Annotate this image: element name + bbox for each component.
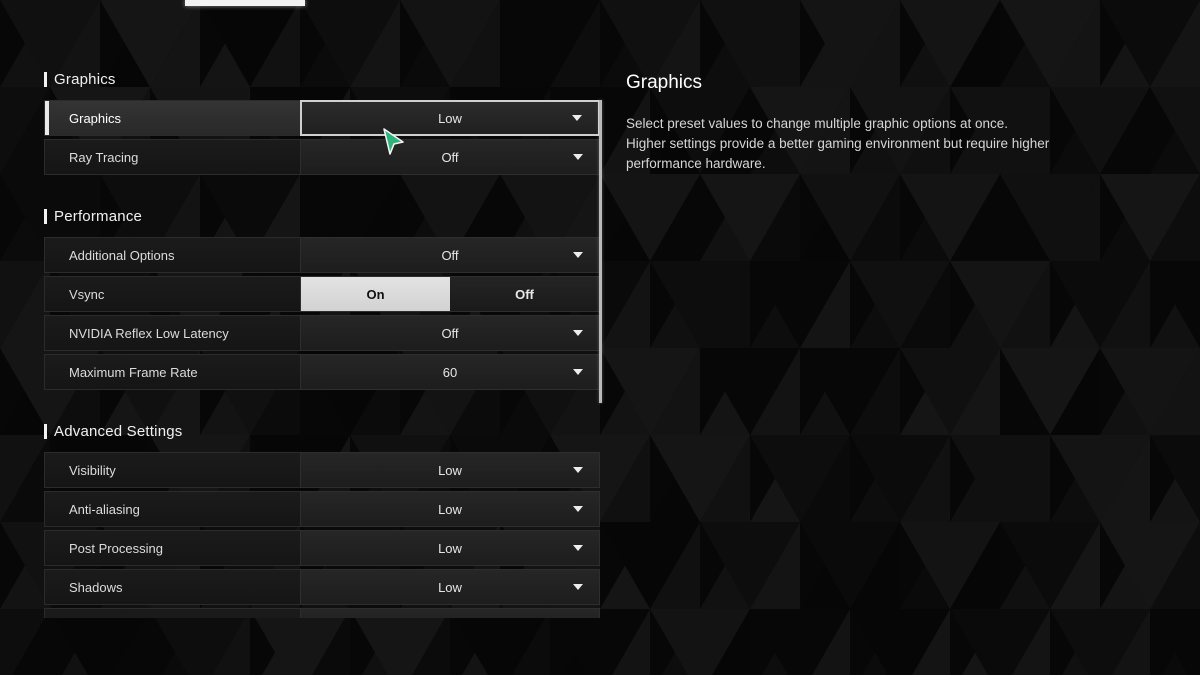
settings-screen: Graphics Graphics Low Ray Tracing Off Perform…: [0, 0, 1200, 675]
section-accent-bar: [44, 71, 47, 87]
setting-row[interactable]: Maximum Frame Rate 60: [44, 354, 600, 390]
section-header-graphics: Graphics: [44, 66, 600, 92]
setting-label: Visibility: [44, 452, 300, 488]
dropdown-value: Low: [438, 579, 462, 595]
setting-label: Ray Tracing: [44, 139, 300, 175]
section-title: Graphics: [54, 70, 116, 88]
setting-label: Graphics: [44, 100, 300, 136]
setting-dropdown[interactable]: Off: [300, 237, 600, 273]
setting-label: NVIDIA Reflex Low Latency: [44, 315, 300, 351]
setting-dropdown[interactable]: Low: [300, 452, 600, 488]
setting-dropdown[interactable]: Low: [300, 569, 600, 605]
setting-dropdown[interactable]: [300, 608, 600, 618]
section-rows-graphics: Graphics Low Ray Tracing Off: [44, 100, 600, 175]
setting-label: Additional Options: [44, 237, 300, 273]
setting-row[interactable]: Ray Tracing Off: [44, 139, 600, 175]
segment-option[interactable]: On: [301, 277, 450, 311]
section-title: Performance: [54, 207, 143, 225]
setting-dropdown[interactable]: Off: [300, 315, 600, 351]
dropdown-value: 60: [442, 364, 458, 380]
chevron-down-icon: [573, 369, 583, 375]
description-title: Graphics: [626, 72, 703, 93]
dropdown-value: Low: [438, 462, 462, 478]
dropdown-value: Off: [441, 149, 459, 165]
setting-row[interactable]: Graphics Low: [44, 100, 600, 136]
section-rows-advanced: Visibility Low Anti-aliasing Low Post Proces…: [44, 452, 600, 618]
setting-label: [44, 608, 300, 618]
setting-row[interactable]: Post Processing Low: [44, 530, 600, 566]
segment-option[interactable]: Off: [450, 277, 599, 311]
setting-row[interactable]: Visibility Low: [44, 452, 600, 488]
active-tab-indicator[interactable]: [185, 0, 305, 6]
section-header-performance: Performance: [44, 203, 600, 229]
chevron-down-icon: [573, 545, 583, 551]
section-rows-performance: Additional Options Off Vsync On Off NVIDIA Re…: [44, 237, 600, 390]
chevron-down-icon: [573, 584, 583, 590]
chevron-down-icon: [573, 154, 583, 160]
setting-dropdown[interactable]: Low: [300, 100, 600, 136]
description-panel: Graphics Select preset values to change …: [626, 72, 1096, 174]
setting-row[interactable]: Vsync On Off: [44, 276, 600, 312]
setting-label: Anti-aliasing: [44, 491, 300, 527]
dropdown-value: Off: [441, 247, 459, 263]
setting-row[interactable]: [44, 608, 600, 618]
dropdown-value: Off: [441, 325, 459, 341]
segmented-toggle[interactable]: On Off: [300, 276, 600, 312]
section-accent-bar: [44, 423, 47, 439]
tab-strip: [0, 0, 1200, 10]
setting-dropdown[interactable]: Low: [300, 491, 600, 527]
chevron-down-icon: [573, 252, 583, 258]
setting-row[interactable]: NVIDIA Reflex Low Latency Off: [44, 315, 600, 351]
setting-dropdown[interactable]: 60: [300, 354, 600, 390]
scrollbar-thumb[interactable]: [599, 100, 602, 403]
settings-scrollbar[interactable]: [599, 100, 602, 403]
setting-row[interactable]: Additional Options Off: [44, 237, 600, 273]
dropdown-value: Low: [438, 501, 462, 517]
setting-label: Vsync: [44, 276, 300, 312]
setting-label: Post Processing: [44, 530, 300, 566]
setting-label: Shadows: [44, 569, 300, 605]
chevron-down-icon: [573, 506, 583, 512]
setting-dropdown[interactable]: Off: [300, 139, 600, 175]
settings-list[interactable]: Graphics Graphics Low Ray Tracing Off Perform…: [44, 66, 600, 626]
chevron-down-icon: [573, 467, 583, 473]
dropdown-value: Low: [438, 110, 462, 126]
chevron-down-icon: [573, 330, 583, 336]
section-title: Advanced Settings: [54, 422, 183, 440]
dropdown-value: Low: [438, 540, 462, 556]
description-body: Select preset values to change multiple …: [626, 116, 1050, 171]
section-header-advanced: Advanced Settings: [44, 418, 600, 444]
setting-row[interactable]: Shadows Low: [44, 569, 600, 605]
setting-label: Maximum Frame Rate: [44, 354, 300, 390]
setting-row[interactable]: Anti-aliasing Low: [44, 491, 600, 527]
section-accent-bar: [44, 208, 47, 224]
chevron-down-icon: [572, 115, 582, 121]
setting-dropdown[interactable]: Low: [300, 530, 600, 566]
